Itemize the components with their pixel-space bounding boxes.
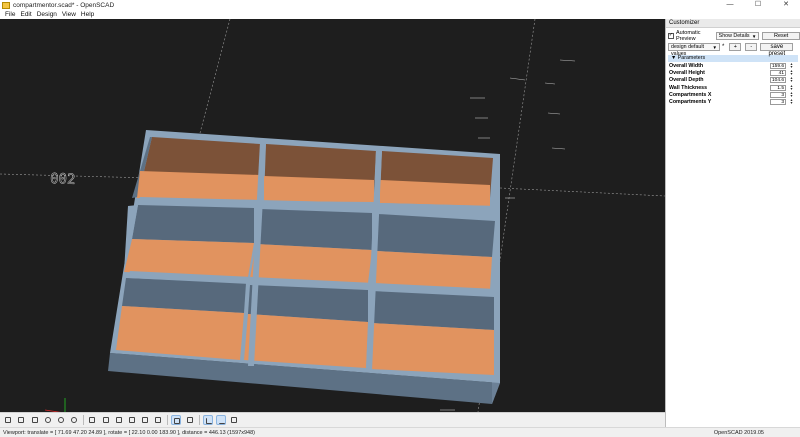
param-value-input[interactable]: 159.6 [770,62,786,69]
orthogonal-icon[interactable] [185,415,195,425]
toolbar-divider [167,415,169,425]
menu-view[interactable]: View [62,11,76,18]
param-value-input[interactable]: 41 [770,69,786,76]
param-label: Overall Width [669,62,704,69]
3d-viewport[interactable]: 002 [0,19,665,412]
window-title: compartmentor.scad* - OpenSCAD [13,1,115,9]
show-edges-icon[interactable] [229,415,239,425]
param-overall-width: Overall Width 159.6 ▲ ▼ [669,62,797,69]
param-value-input[interactable]: 1.5 [770,84,786,91]
show-scale-icon[interactable] [216,415,226,425]
preset-modified-marker: * [722,43,725,50]
chevron-down-icon: ▼ [712,44,717,50]
param-value-input[interactable]: 3 [770,99,786,106]
param-label: Overall Height [669,69,705,76]
view-front-icon[interactable] [140,415,150,425]
auto-preview-label: Automatic Preview [676,29,701,42]
add-preset-button[interactable]: + [729,42,742,51]
zoom-in-icon[interactable] [43,415,53,425]
spinner-icon[interactable]: ▲ ▼ [788,84,795,91]
param-label: Wall Thickness [669,84,708,91]
spinner-icon[interactable]: ▲ ▼ [788,69,795,76]
param-compartments-x: Compartments X 3 ▲ ▼ [669,91,797,98]
view-all-icon[interactable] [30,415,40,425]
param-value-input[interactable]: 3 [770,91,786,98]
show-axes-icon[interactable] [202,415,213,425]
details-select-value: Show Details [718,32,750,39]
param-overall-depth: Overall Depth 104.6 ▲ ▼ [669,76,797,84]
param-label: Compartments X [669,91,712,98]
spinner-icon[interactable]: ▲ ▼ [788,62,795,69]
customizer-panel: Customizer ✓ Automatic Preview Show Deta… [665,19,800,427]
details-select[interactable]: Show Details ▼ [715,31,760,40]
menu-help[interactable]: Help [81,11,94,18]
param-label: Overall Depth [669,77,704,84]
view-back-icon[interactable] [153,415,163,425]
model-render: 002 [0,19,665,412]
chevron-down-icon: ▼ [751,33,757,39]
status-bar: Viewport: translate = [ 71.69 47.20 24.8… [0,427,800,437]
spinner-icon[interactable]: ▲ ▼ [788,76,795,83]
param-compartments-y: Compartments Y 3 ▲ ▼ [669,98,797,106]
preview-icon[interactable] [3,415,13,425]
version-label: OpenSCAD 2019.05 [713,429,764,436]
view-left-icon[interactable] [127,415,137,425]
menu-edit[interactable]: Edit [20,11,31,18]
toolbar-divider [83,415,85,425]
view-top-icon[interactable] [101,415,111,425]
view-bottom-icon[interactable] [114,415,124,425]
axis-label: 002 [50,171,76,188]
compartment-row-1 [132,137,493,206]
spinner-icon[interactable]: ▲ ▼ [788,91,795,98]
param-wall-thickness: Wall Thickness 1.5 ▲ ▼ [669,84,797,91]
spinner-icon[interactable]: ▲ ▼ [788,98,795,105]
remove-preset-button[interactable]: - [745,42,758,51]
close-button[interactable]: ✕ [772,0,800,10]
perspective-icon[interactable] [171,415,182,425]
menu-design[interactable]: Design [37,11,57,18]
menu-file[interactable]: File [5,11,15,18]
viewport-info: Viewport: translate = [ 71.69 47.20 24.8… [3,429,256,436]
maximize-button[interactable]: ☐ [744,0,772,10]
param-label: Compartments Y [669,99,712,106]
minimize-button[interactable]: — [716,0,744,10]
save-preset-button[interactable]: save preset [760,42,794,57]
preset-select[interactable]: design default values ▼ [668,42,720,57]
param-overall-height: Overall Height 41 ▲ ▼ [669,69,797,76]
reset-view-icon[interactable] [69,415,79,425]
customizer-title: Customizer [666,19,800,28]
render-icon[interactable] [16,415,26,425]
openscad-app-icon [2,1,10,9]
reset-button[interactable]: Reset [762,31,800,40]
view-toolbar [0,412,665,427]
auto-preview-checkbox[interactable]: ✓ [668,32,674,39]
menu-bar: File Edit Design View Help [0,10,800,19]
zoom-out-icon[interactable] [56,415,66,425]
toolbar-divider [198,415,200,425]
axis-gizmo [44,398,66,412]
param-value-input[interactable]: 104.6 [770,77,786,84]
view-right-icon[interactable] [87,415,97,425]
